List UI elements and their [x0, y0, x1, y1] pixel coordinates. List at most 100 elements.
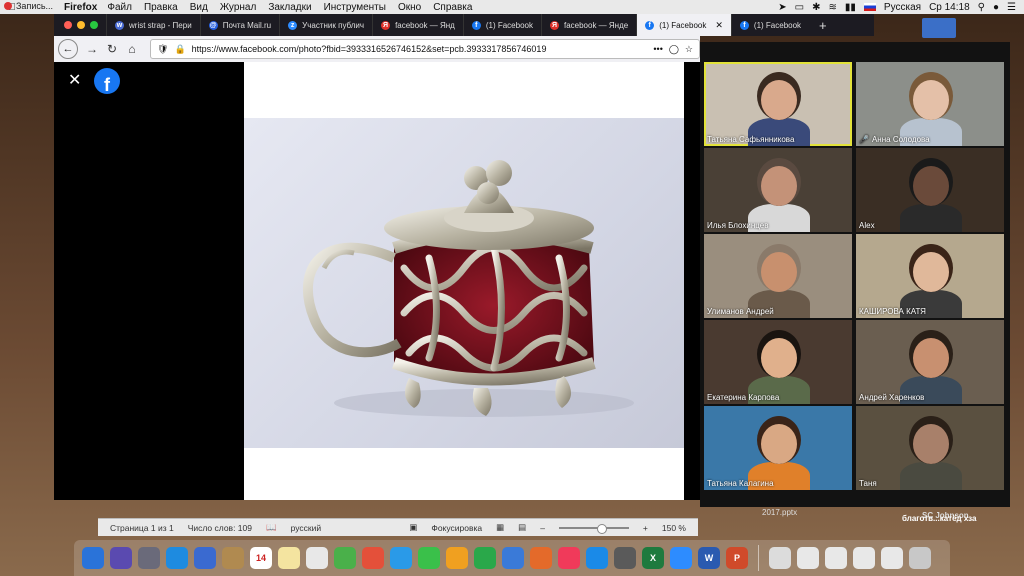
dock-app-icon[interactable]: [110, 547, 132, 569]
dock-app-icon[interactable]: [502, 547, 524, 569]
page-actions-icon[interactable]: •••: [653, 44, 662, 54]
dock-app-icon[interactable]: [614, 547, 636, 569]
participant-tile[interactable]: КАШИРОВА КАТЯ: [856, 234, 1004, 318]
display-icon[interactable]: ▭: [795, 2, 804, 13]
dock-app-icon[interactable]: [278, 547, 300, 569]
dock-app-icon[interactable]: [909, 547, 931, 569]
tab-1[interactable]: @ Почта Mail.ru: [199, 14, 279, 36]
menu-edit[interactable]: Правка: [144, 2, 178, 13]
participant-tile[interactable]: 🎤 Анна Солодова: [856, 62, 1004, 146]
focus-icon[interactable]: ▣: [409, 522, 417, 533]
dock-app-icon[interactable]: [222, 547, 244, 569]
tab-3[interactable]: Яfacebook — Янд: [372, 14, 463, 36]
shield-icon[interactable]: 🛡: [157, 44, 168, 55]
location-icon[interactable]: ➤: [778, 2, 786, 13]
clock[interactable]: Ср 14:18: [929, 2, 970, 13]
participant-tile[interactable]: Улиманов Андрей: [704, 234, 852, 318]
menu-window[interactable]: Окно: [398, 2, 421, 13]
dock-app-icon[interactable]: [530, 547, 552, 569]
back-button[interactable]: ←: [58, 39, 78, 59]
dock-app-icon[interactable]: W: [698, 547, 720, 569]
tab-7[interactable]: f (1) Facebook: [730, 14, 809, 36]
page-count[interactable]: Страница 1 из 1: [110, 523, 174, 533]
dock-app-icon[interactable]: [138, 547, 160, 569]
dock-app-icon[interactable]: X: [642, 547, 664, 569]
tab-close-icon[interactable]: ✕: [715, 20, 723, 31]
dock-app-icon[interactable]: [166, 547, 188, 569]
dock-app-icon[interactable]: [82, 547, 104, 569]
dock-app-icon[interactable]: [306, 547, 328, 569]
menu-tools[interactable]: Инструменты: [324, 2, 386, 13]
spotlight-icon[interactable]: ⚲: [978, 2, 985, 13]
tab-2[interactable]: z Участник публич: [279, 14, 372, 36]
participant-tile[interactable]: Alex: [856, 148, 1004, 232]
dock-app-icon[interactable]: 14: [250, 547, 272, 569]
wifi-icon[interactable]: ≋: [829, 2, 837, 13]
minimize-window-icon[interactable]: [77, 21, 85, 29]
dock-app-icon[interactable]: [881, 547, 903, 569]
pocket-icon[interactable]: ◯: [669, 44, 679, 55]
url-text[interactable]: https://www.facebook.com/photo?fbid=3933…: [192, 44, 648, 54]
menu-help[interactable]: Справка: [433, 2, 472, 13]
zoom-level[interactable]: 150 %: [662, 523, 686, 533]
dock-app-icon[interactable]: [418, 547, 440, 569]
home-button[interactable]: ⌂: [122, 42, 142, 56]
dock-app-icon[interactable]: [334, 547, 356, 569]
dock-app-icon[interactable]: [558, 547, 580, 569]
user-icon[interactable]: ●: [993, 2, 999, 13]
input-source-label[interactable]: Русская: [884, 2, 921, 13]
zoom-window-icon[interactable]: [90, 21, 98, 29]
proofing-icon[interactable]: 📖: [266, 522, 277, 533]
menu-history[interactable]: Журнал: [220, 2, 257, 13]
dock-app-icon[interactable]: [769, 547, 791, 569]
participant-tile[interactable]: Таня: [856, 406, 1004, 490]
close-window-icon[interactable]: [64, 21, 72, 29]
participant-name: Илья Блохинцев: [707, 221, 769, 230]
dock-app-icon[interactable]: [797, 547, 819, 569]
zoom-in-button[interactable]: +: [643, 523, 648, 533]
print-layout-icon[interactable]: ▦: [496, 522, 504, 533]
dock-app-icon[interactable]: [474, 547, 496, 569]
new-tab-button[interactable]: +: [809, 18, 837, 33]
dock-app-icon[interactable]: [194, 547, 216, 569]
facebook-logo-icon[interactable]: f: [94, 68, 120, 94]
dock-app-icon[interactable]: [825, 547, 847, 569]
tab-6[interactable]: f (1) Facebook ✕: [636, 14, 731, 36]
menu-file[interactable]: Файл: [107, 2, 132, 13]
menubar-app-name[interactable]: Firefox: [64, 2, 97, 13]
zoom-out-button[interactable]: –: [540, 523, 545, 533]
zoom-slider-knob[interactable]: [596, 523, 607, 534]
photo-image[interactable]: [244, 118, 684, 448]
dock-app-icon[interactable]: [362, 547, 384, 569]
battery-icon[interactable]: ▮▮: [845, 2, 856, 13]
word-count[interactable]: Число слов: 109: [188, 523, 252, 533]
language-label[interactable]: русский: [291, 523, 322, 533]
viewer-close-button[interactable]: ✕: [68, 70, 81, 90]
bluetooth-icon[interactable]: ✱: [812, 2, 820, 13]
participant-tile[interactable]: Екатерина Карпова: [704, 320, 852, 404]
menu-view[interactable]: Вид: [190, 2, 208, 13]
dock-app-icon[interactable]: [670, 547, 692, 569]
dock-app-icon[interactable]: [586, 547, 608, 569]
focus-mode-label[interactable]: Фокусировка: [431, 523, 482, 533]
bookmark-star-icon[interactable]: ☆: [685, 44, 693, 55]
participant-tile[interactable]: Андрей Харенков: [856, 320, 1004, 404]
participant-tile[interactable]: Илья Блохинцев: [704, 148, 852, 232]
reload-button[interactable]: ↻: [102, 42, 122, 56]
participant-tile[interactable]: Татьяна Сафьянникова: [704, 62, 852, 146]
tab-0[interactable]: w wrist strap - Пери: [106, 14, 200, 36]
dock-app-icon[interactable]: [853, 547, 875, 569]
notification-center-icon[interactable]: ☰: [1007, 2, 1016, 13]
dock-app-icon[interactable]: P: [726, 547, 748, 569]
zoom-window-button[interactable]: [922, 18, 956, 38]
forward-button[interactable]: →: [82, 42, 102, 56]
participant-tile[interactable]: Татьяна Калагина: [704, 406, 852, 490]
tab-4[interactable]: f (1) Facebook: [462, 14, 541, 36]
menu-bookmarks[interactable]: Закладки: [268, 2, 311, 13]
tab-5[interactable]: Яfacebook — Янде: [540, 14, 636, 36]
url-bar[interactable]: 🛡 🔒 https://www.facebook.com/photo?fbid=…: [150, 39, 700, 59]
dock-app-icon[interactable]: [390, 547, 412, 569]
zoom-slider[interactable]: [558, 523, 629, 534]
dock-app-icon[interactable]: [446, 547, 468, 569]
web-layout-icon[interactable]: ▤: [518, 522, 526, 533]
